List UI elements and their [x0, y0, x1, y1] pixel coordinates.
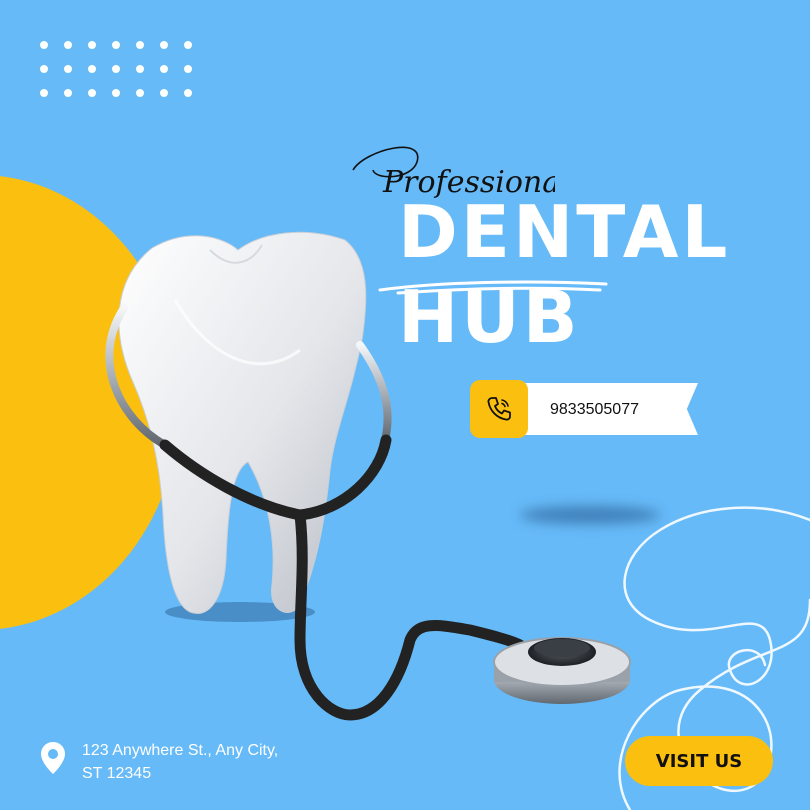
- shadow-decoration: [520, 506, 660, 524]
- poster: Professional DENTAL HUB 9833505077 123 A…: [0, 0, 810, 810]
- title-dental: DENTAL: [398, 190, 731, 274]
- phone-number: 9833505077: [550, 401, 639, 418]
- address-line-2: ST 12345: [82, 765, 152, 782]
- visit-us-button[interactable]: VISIT US: [625, 736, 773, 786]
- phone-icon: [487, 397, 511, 421]
- phone-icon-box: [470, 380, 528, 438]
- tooth-shape: [118, 231, 367, 614]
- location-pin-icon: [41, 742, 65, 774]
- address-line-1: 123 Anywhere St., Any City,: [82, 742, 279, 759]
- title-hub: HUB: [398, 275, 581, 359]
